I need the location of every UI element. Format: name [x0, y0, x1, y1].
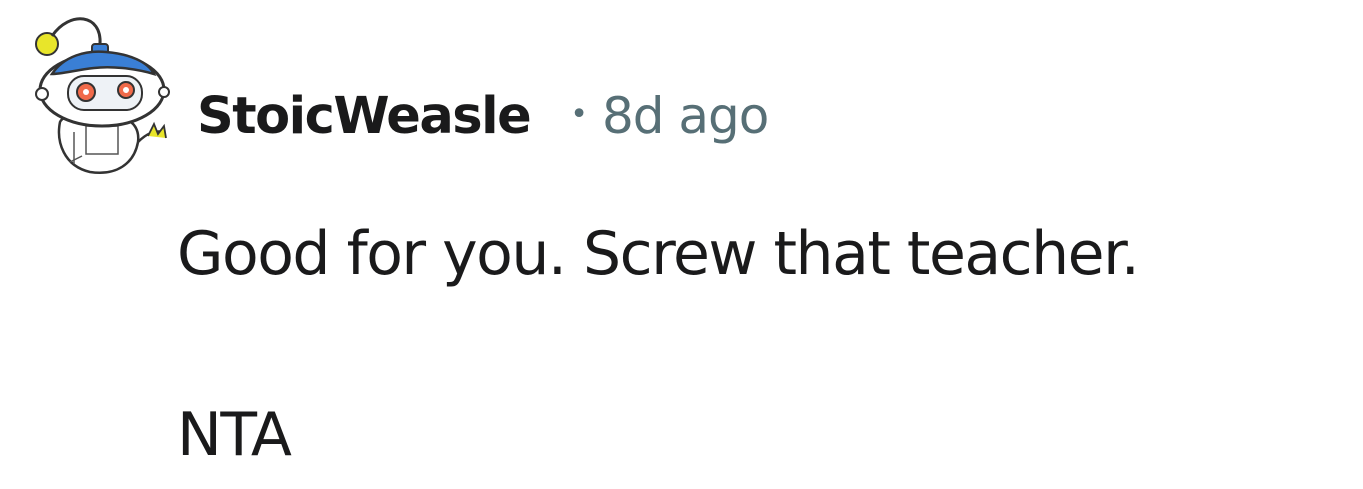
comment-body-line: Good for you. Screw that teacher. — [177, 219, 1140, 289]
author-username[interactable]: StoicWeasle — [197, 87, 532, 146]
comment-timestamp[interactable]: 8d ago — [602, 87, 769, 145]
comment-body-line: NTA — [177, 400, 292, 470]
comment: StoicWeasle • 8d ago Good for you. Screw… — [0, 0, 1363, 489]
meta-separator: • — [570, 96, 588, 132]
snoo-robot-avatar-icon — [35, 17, 170, 174]
user-avatar[interactable] — [30, 14, 175, 176]
comment-header: StoicWeasle • 8d ago — [197, 84, 769, 148]
